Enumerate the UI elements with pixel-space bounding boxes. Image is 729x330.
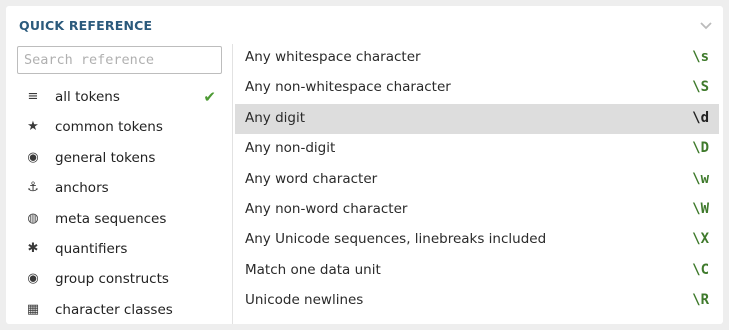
category-label: meta sequences — [55, 210, 167, 227]
token-row-non-whitespace[interactable]: Any non-whitespace character \S — [235, 73, 719, 103]
token-code: \R — [692, 292, 709, 309]
token-description: Any whitespace character — [245, 49, 421, 65]
anchor-icon: ⚓ — [27, 180, 39, 196]
token-code: \d — [692, 109, 709, 126]
token-row-whitespace[interactable]: Any whitespace character \s — [235, 43, 719, 73]
category-item-general-tokens[interactable]: ◉ general tokens — [17, 144, 222, 174]
token-code: \W — [692, 200, 709, 217]
token-code: \s — [692, 49, 709, 65]
category-item-anchors[interactable]: ⚓ anchors — [17, 174, 222, 204]
token-description: Any Unicode sequences, linebreaks includ… — [245, 231, 547, 248]
category-list: ≡ all tokens ✔ ★ common tokens ◉ general… — [17, 83, 222, 324]
token-list: Any whitespace character \s Any non-whit… — [235, 43, 719, 317]
category-label: anchors — [55, 180, 109, 197]
category-item-meta-sequences[interactable]: ◍ meta sequences — [17, 205, 222, 235]
panel-title: QUICK REFERENCE — [19, 18, 153, 33]
token-row-digit[interactable]: Any digit \d — [235, 103, 719, 135]
globe-icon: ◍ — [27, 210, 39, 226]
quick-reference-panel: QUICK REFERENCE ≡ all tokens ✔ ★ common … — [6, 6, 723, 324]
token-code: \D — [692, 140, 709, 157]
token-row-unicode-newlines[interactable]: Unicode newlines \R — [235, 286, 719, 316]
token-row-non-word[interactable]: Any non-word character \W — [235, 195, 719, 225]
category-item-quantifiers[interactable]: ✱ quantifiers — [17, 235, 222, 265]
database-icon: ≡ — [27, 89, 39, 104]
token-code: \S — [692, 79, 709, 96]
token-description: Match one data unit — [245, 261, 381, 278]
search-reference-input[interactable] — [17, 46, 222, 74]
category-item-character-classes[interactable]: ▦ character classes — [17, 296, 222, 324]
token-row-word[interactable]: Any word character \w — [235, 165, 719, 195]
token-description: Any word character — [245, 170, 378, 187]
token-row-unicode-sequences[interactable]: Any Unicode sequences, linebreaks includ… — [235, 225, 719, 255]
token-code: \C — [692, 261, 709, 278]
target-icon: ◉ — [27, 271, 39, 287]
category-label: group constructs — [55, 271, 169, 288]
target-icon: ◉ — [27, 149, 39, 165]
checkmark-icon: ✔ — [203, 88, 216, 106]
category-item-all-tokens[interactable]: ≡ all tokens ✔ — [17, 83, 222, 113]
category-label: character classes — [55, 301, 173, 318]
panel-header[interactable]: QUICK REFERENCE — [6, 6, 723, 44]
category-item-common-tokens[interactable]: ★ common tokens — [17, 113, 222, 143]
category-label: general tokens — [55, 149, 156, 166]
token-description: Any non-word character — [245, 200, 408, 217]
category-label: quantifiers — [55, 240, 128, 257]
star-icon: ★ — [27, 119, 39, 135]
asterisk-icon: ✱ — [27, 240, 39, 256]
token-description: Any non-whitespace character — [245, 79, 451, 96]
token-description: Unicode newlines — [245, 292, 364, 309]
category-label: common tokens — [55, 119, 163, 136]
token-row-non-digit[interactable]: Any non-digit \D — [235, 134, 719, 164]
token-description: Any digit — [245, 109, 306, 126]
category-item-group-constructs[interactable]: ◉ group constructs — [17, 265, 222, 295]
chevron-down-icon[interactable] — [699, 18, 713, 32]
token-row-data-unit[interactable]: Match one data unit \C — [235, 256, 719, 286]
token-description: Any non-digit — [245, 140, 336, 157]
grid-icon: ▦ — [26, 301, 40, 317]
column-divider — [232, 44, 233, 324]
token-code: \w — [692, 170, 709, 187]
token-code: \X — [692, 231, 709, 248]
category-label: all tokens — [55, 89, 120, 105]
